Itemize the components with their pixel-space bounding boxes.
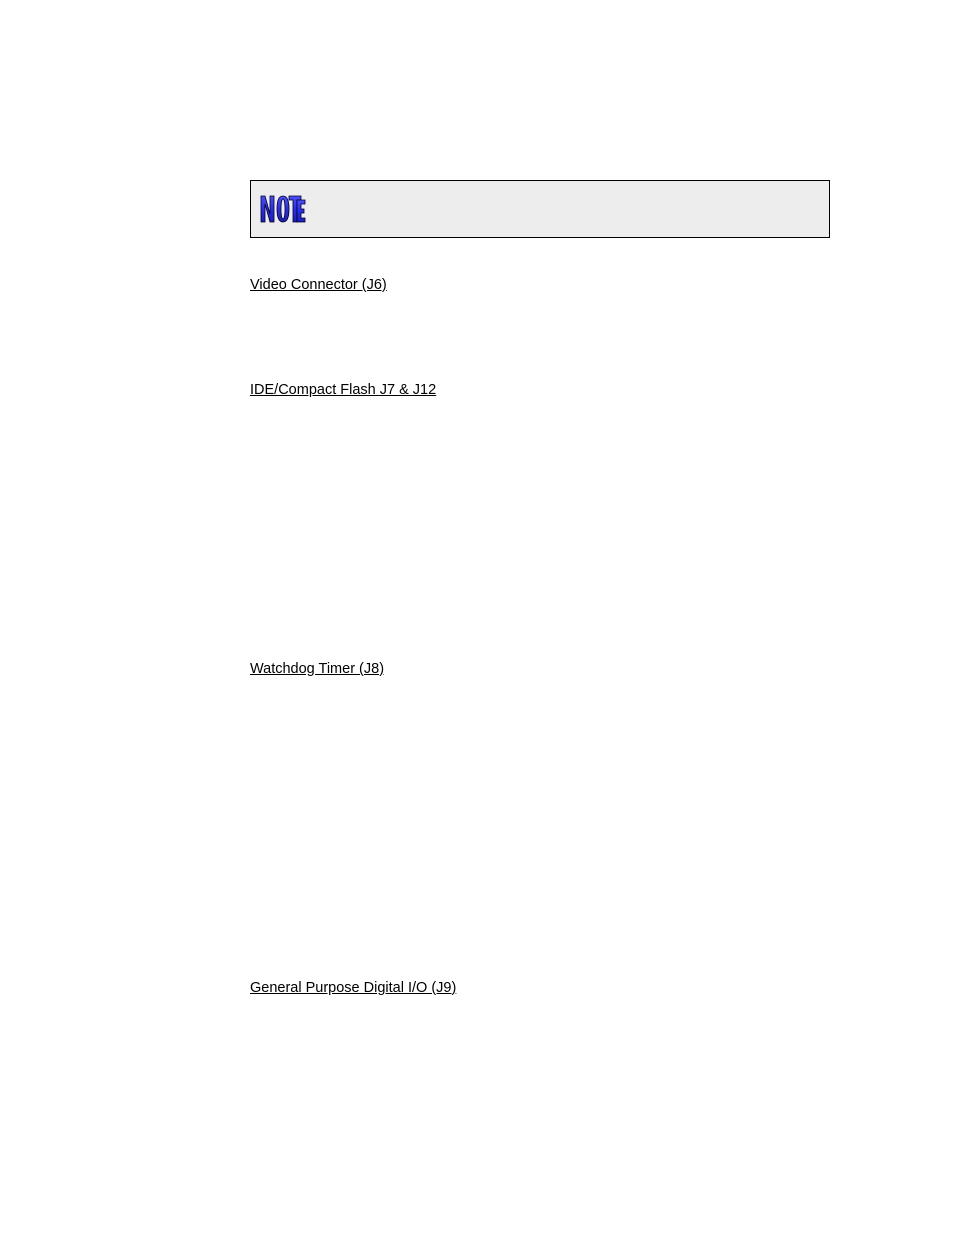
section-heading-gpio: General Purpose Digital I/O (J9) [250, 979, 830, 998]
section-heading-watchdog-timer: Watchdog Timer (J8) [250, 660, 830, 679]
note-callout-box [250, 180, 830, 238]
section-heading-ide-compact-flash: IDE/Compact Flash J7 & J12 [250, 381, 830, 400]
section-heading-video-connector: Video Connector (J6) [250, 276, 830, 295]
note-icon [259, 192, 307, 226]
